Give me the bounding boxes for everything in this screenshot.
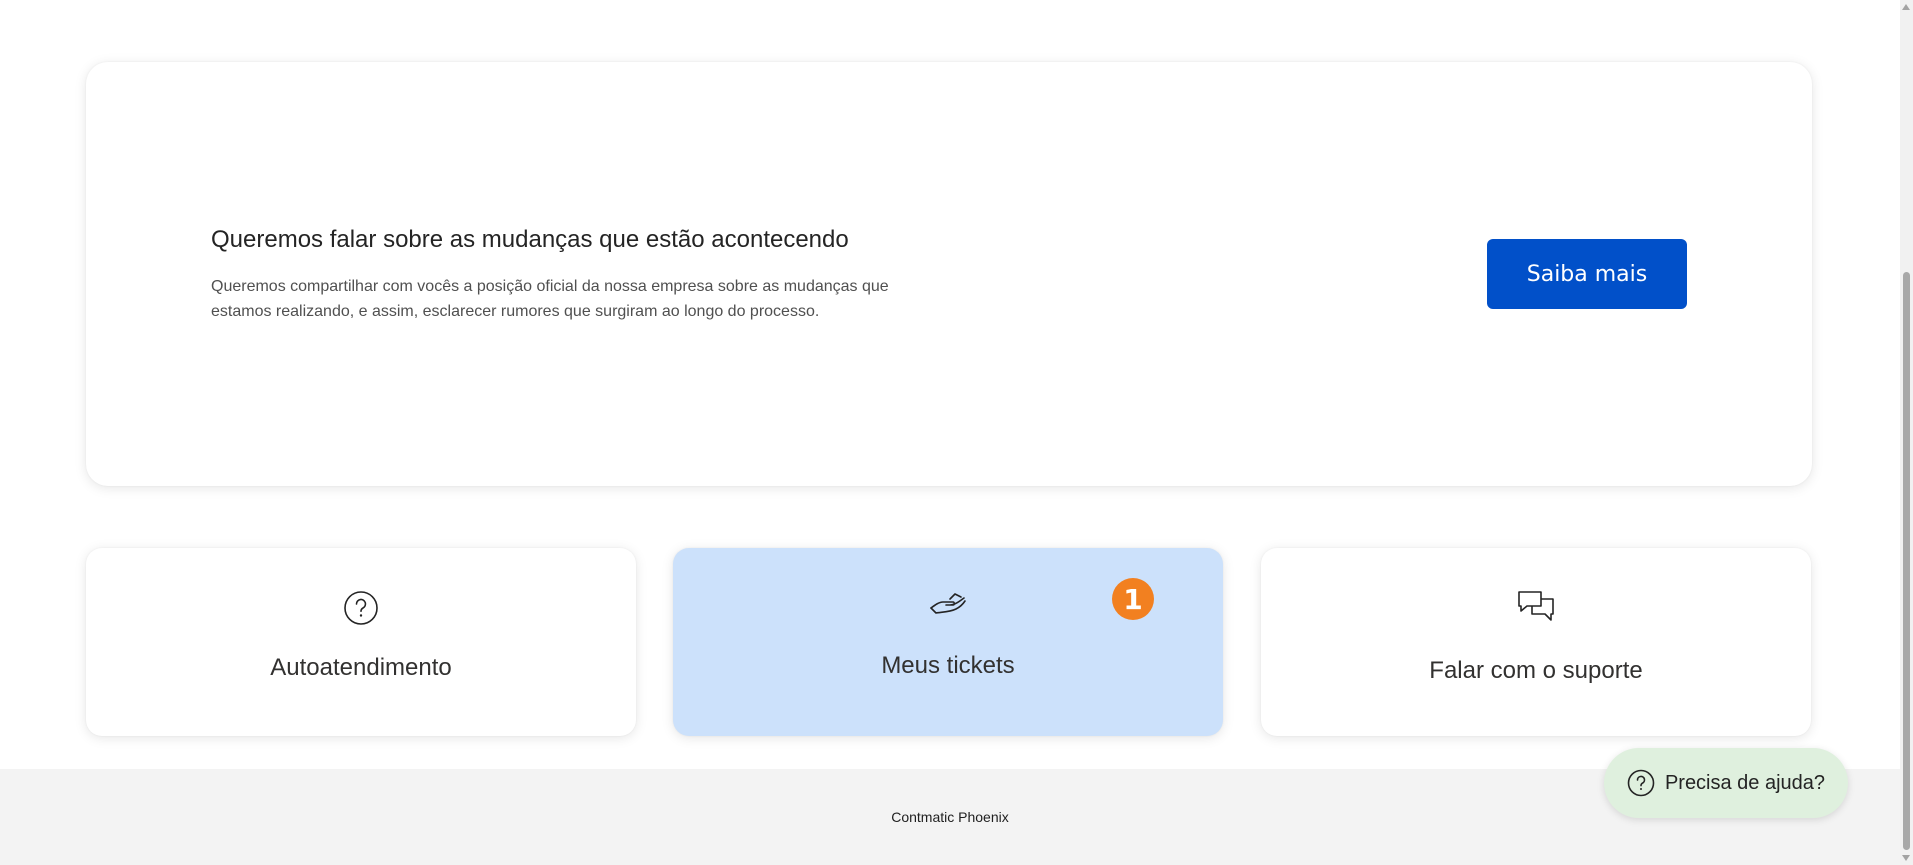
- question-circle-icon: [341, 588, 381, 628]
- saiba-mais-button[interactable]: Saiba mais: [1487, 239, 1687, 309]
- card-falar-com-suporte[interactable]: Falar com o suporte: [1261, 548, 1811, 736]
- card-label: Autoatendimento: [270, 654, 452, 681]
- page: Queremos falar sobre as mudanças que est…: [0, 0, 1913, 865]
- vertical-scrollbar[interactable]: [1900, 0, 1913, 865]
- hand-ticket-icon: [928, 584, 968, 624]
- card-autoatendimento[interactable]: Autoatendimento: [86, 548, 636, 736]
- scroll-up-arrow-icon[interactable]: [1902, 4, 1910, 10]
- help-button[interactable]: Precisa de ajuda?: [1604, 748, 1848, 818]
- scroll-down-arrow-icon[interactable]: [1902, 855, 1910, 861]
- ticket-count-badge: 1: [1112, 578, 1154, 620]
- help-label: Precisa de ajuda?: [1664, 771, 1826, 794]
- announcement-description: Queremos compartilhar com vocês a posiçã…: [211, 278, 889, 320]
- chat-bubbles-icon: [1516, 588, 1556, 628]
- footer-text: Contmatic Phoenix: [891, 809, 1009, 825]
- card-meus-tickets[interactable]: Meus tickets 1: [673, 548, 1223, 736]
- scroll-thumb[interactable]: [1903, 272, 1910, 850]
- announcement-card: Queremos falar sobre as mudanças que est…: [86, 62, 1812, 486]
- question-circle-icon: [1627, 769, 1655, 797]
- announcement-title: Queremos falar sobre as mudanças que est…: [211, 226, 849, 253]
- card-label: Meus tickets: [881, 652, 1015, 679]
- card-label: Falar com o suporte: [1429, 657, 1643, 684]
